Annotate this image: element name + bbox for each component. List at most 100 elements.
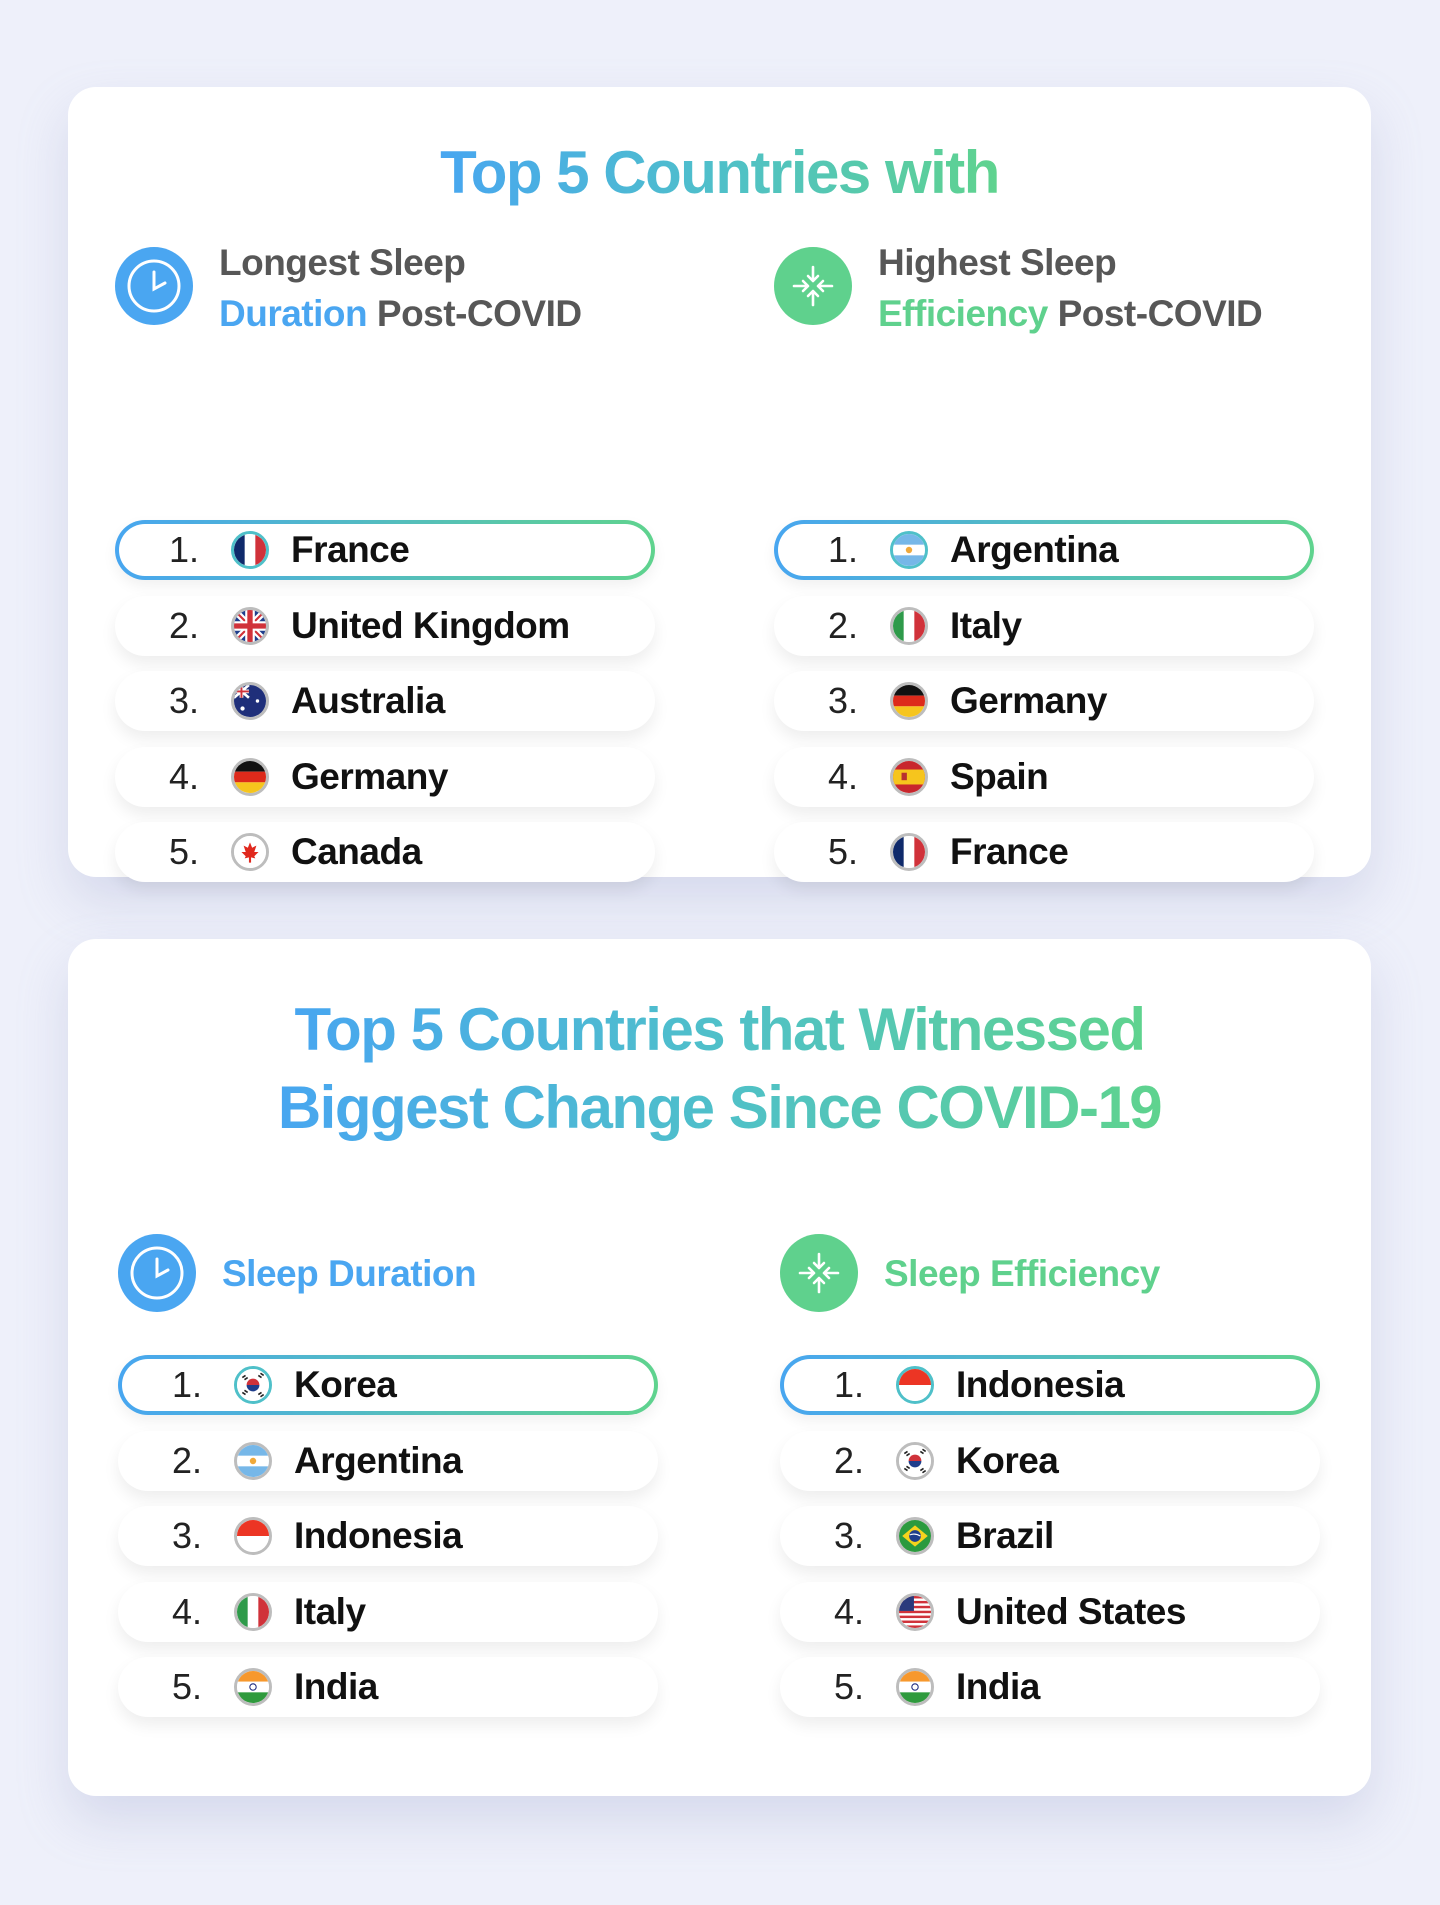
- ranking-row: 3. Germany: [774, 671, 1314, 731]
- heading-line2: Duration Post-COVID: [219, 288, 582, 339]
- australia-flag-icon: [231, 682, 269, 720]
- country-name: Korea: [294, 1364, 397, 1405]
- germany-flag-icon: [890, 682, 928, 720]
- rank-number: 4.: [833, 1590, 864, 1632]
- country-name: Canada: [291, 831, 422, 872]
- heading-rest: Post-COVID: [367, 293, 582, 334]
- country-name: Spain: [950, 755, 1049, 797]
- sleep-efficiency-change-header: Sleep Efficiency: [780, 1224, 1326, 1314]
- rank-number: 2.: [827, 604, 858, 646]
- country-name: Italy: [294, 1590, 366, 1632]
- ranking-row: 1. Indonesia: [780, 1355, 1320, 1415]
- sleep-duration-change-column: Sleep Duration 1. Korea 2. Argentina 3. Indon…: [118, 1224, 664, 1717]
- country-name: Korea: [956, 1439, 1059, 1481]
- section1-title: Top 5 Countries with: [68, 137, 1371, 209]
- ranking-row: 4. United States: [780, 1581, 1320, 1642]
- sleep-duration-change-header: Sleep Duration: [118, 1224, 664, 1314]
- india-flag-icon: [896, 1668, 934, 1706]
- ranking-row: 4. Italy: [118, 1581, 658, 1642]
- ranking-row: 3. Brazil: [780, 1506, 1320, 1566]
- country-name: United States: [956, 1590, 1186, 1632]
- rank-number: 3.: [833, 1515, 864, 1556]
- title-line1: Top 5 Countries that Witnessed: [294, 991, 1146, 1069]
- brazil-flag-icon: [896, 1517, 934, 1555]
- rank-number: 3.: [171, 1515, 202, 1556]
- sleep-duration-heading: Sleep Duration: [222, 1253, 477, 1294]
- ranking-row: 3. Indonesia: [118, 1506, 658, 1566]
- longest-highest-card: Top 5 Countries with Longest Sleep Durat…: [68, 87, 1371, 882]
- clock-icon: [115, 247, 193, 325]
- rank-number: 3.: [827, 680, 858, 721]
- ranking-row: 5. Canada: [115, 822, 655, 882]
- country-name: Germany: [291, 755, 448, 797]
- heading-line1: Highest Sleep: [878, 242, 1117, 283]
- france-flag-icon: [231, 531, 269, 569]
- ranking-row: 5. India: [780, 1657, 1320, 1717]
- heading-line1: Longest Sleep: [219, 242, 466, 283]
- ranking-row: 1. France: [115, 520, 655, 580]
- country-name: India: [294, 1666, 378, 1707]
- heading-rest: Post-COVID: [1047, 293, 1263, 334]
- korea-flag-icon: [896, 1441, 934, 1480]
- longest-sleep-duration-header: Longest Sleep Duration Post-COVID: [115, 237, 661, 334]
- spain-flag-icon: [890, 757, 928, 796]
- italy-flag-icon: [234, 1592, 272, 1631]
- ranking-row: 1. Korea: [118, 1355, 658, 1415]
- ranking-row: 5. France: [774, 822, 1314, 882]
- heading-line2: Efficiency Post-COVID: [878, 288, 1263, 339]
- argentina-flag-icon: [234, 1441, 272, 1480]
- ranking-row: 2. United Kingdom: [115, 595, 655, 656]
- highest-sleep-efficiency-column: Highest Sleep Efficiency Post-COVID 1. Ar…: [774, 237, 1320, 882]
- arrows-inward-icon: [774, 247, 852, 325]
- canada-flag-icon: [231, 833, 269, 871]
- sleep-efficiency-change-column: Sleep Efficiency 1. Indonesia 2. Korea 3. Bra…: [780, 1224, 1326, 1717]
- rank-number: 1.: [833, 1364, 864, 1405]
- section2-title: Top 5 Countries that Witnessed Biggest C…: [68, 991, 1371, 1147]
- ranking-row: 5. India: [118, 1657, 658, 1717]
- country-name: Australia: [291, 680, 445, 721]
- korea-flag-icon: [234, 1366, 272, 1404]
- argentina-flag-icon: [890, 531, 928, 569]
- rank-number: 1.: [171, 1364, 202, 1405]
- indonesia-flag-icon: [896, 1366, 934, 1404]
- germany-flag-icon: [231, 757, 269, 796]
- ranking-row: 2. Argentina: [118, 1430, 658, 1491]
- usa-flag-icon: [896, 1592, 934, 1631]
- rank-number: 4.: [827, 755, 858, 797]
- italy-flag-icon: [890, 606, 928, 645]
- country-name: Italy: [950, 604, 1022, 646]
- rank-number: 5.: [827, 831, 858, 872]
- highest-sleep-efficiency-header: Highest Sleep Efficiency Post-COVID: [774, 237, 1320, 334]
- country-name: Argentina: [294, 1439, 463, 1481]
- rank-number: 1.: [168, 529, 199, 570]
- rank-number: 4.: [171, 1590, 202, 1632]
- ranking-row: 3. Australia: [115, 671, 655, 731]
- country-name: United Kingdom: [291, 604, 570, 646]
- country-name: France: [291, 529, 410, 570]
- longest-sleep-duration-column: Longest Sleep Duration Post-COVID 1. Fran…: [115, 237, 661, 882]
- biggest-change-card: Top 5 Countries that Witnessed Biggest C…: [68, 939, 1371, 1796]
- clock-icon: [118, 1234, 196, 1312]
- sleep-efficiency-heading: Sleep Efficiency: [884, 1253, 1160, 1294]
- heading-accent: Efficiency: [878, 293, 1048, 334]
- longest-sleep-duration-heading: Longest Sleep Duration Post-COVID: [219, 237, 582, 339]
- rank-number: 2.: [168, 604, 199, 646]
- rank-number: 2.: [171, 1439, 202, 1481]
- rank-number: 4.: [168, 755, 199, 797]
- indonesia-flag-icon: [234, 1517, 272, 1555]
- ranking-row: 4. Spain: [774, 746, 1314, 807]
- heading-accent: Duration: [219, 293, 368, 334]
- title-line2: Biggest Change Since COVID-19: [278, 1069, 1163, 1147]
- highest-sleep-efficiency-heading: Highest Sleep Efficiency Post-COVID: [878, 237, 1263, 339]
- rank-number: 5.: [833, 1666, 864, 1707]
- rank-number: 1.: [827, 529, 858, 570]
- ranking-row: 1. Argentina: [774, 520, 1314, 580]
- country-name: Indonesia: [294, 1515, 463, 1556]
- country-name: Brazil: [956, 1515, 1054, 1556]
- country-name: France: [950, 831, 1069, 872]
- rank-number: 5.: [168, 831, 199, 872]
- france-flag-icon: [890, 833, 928, 871]
- rank-number: 2.: [833, 1439, 864, 1481]
- rank-number: 3.: [168, 680, 199, 721]
- rank-number: 5.: [171, 1666, 202, 1707]
